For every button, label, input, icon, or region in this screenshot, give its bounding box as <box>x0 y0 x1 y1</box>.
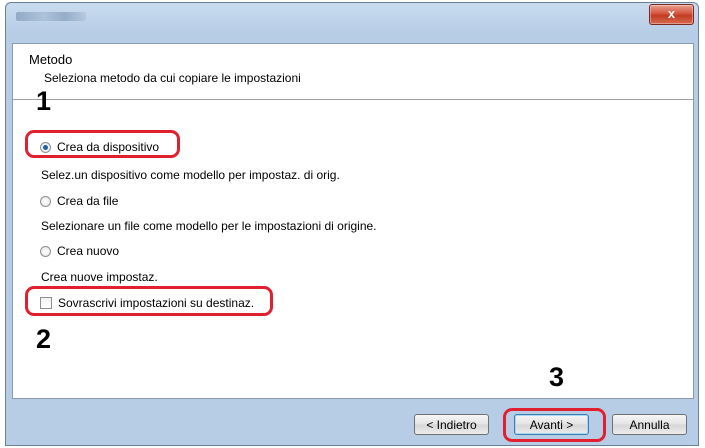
highlight-next-button <box>503 408 606 442</box>
highlight-checkbox <box>25 286 273 316</box>
radio-button[interactable] <box>40 245 51 257</box>
radio-label: Crea da file <box>57 194 119 208</box>
close-icon: x <box>667 6 676 21</box>
step-number-2: 2 <box>36 324 52 354</box>
radio-label: Crea nuovo <box>57 244 120 258</box>
step-number-3: 3 <box>549 362 565 392</box>
cancel-button[interactable]: Annulla <box>612 414 687 435</box>
option-description: Crea nuove impostaz. <box>41 270 158 284</box>
dialog-window: x Metodo Seleziona metodo da cui copiare… <box>5 2 699 446</box>
option-description: Selez.un dispositivo come modello per im… <box>41 168 340 182</box>
radio-crea-da-file[interactable]: Crea da file <box>40 194 118 208</box>
back-button[interactable]: < Indietro <box>414 414 489 435</box>
window-title-blurred <box>16 12 86 21</box>
radio-button[interactable] <box>40 195 51 207</box>
page-title: Metodo <box>29 52 73 67</box>
wizard-content: Metodo Seleziona metodo da cui copiare l… <box>12 43 694 399</box>
header-panel: Metodo Seleziona metodo da cui copiare l… <box>13 44 693 100</box>
close-button[interactable]: x <box>649 4 694 25</box>
page-subtitle: Seleziona metodo da cui copiare le impos… <box>44 71 301 85</box>
title-bar[interactable]: x <box>6 3 698 37</box>
radio-crea-nuovo[interactable]: Crea nuovo <box>40 244 119 258</box>
highlight-option-1 <box>25 130 180 158</box>
option-description: Selezionare un file come modello per le … <box>41 219 377 233</box>
step-number-1: 1 <box>36 86 52 116</box>
